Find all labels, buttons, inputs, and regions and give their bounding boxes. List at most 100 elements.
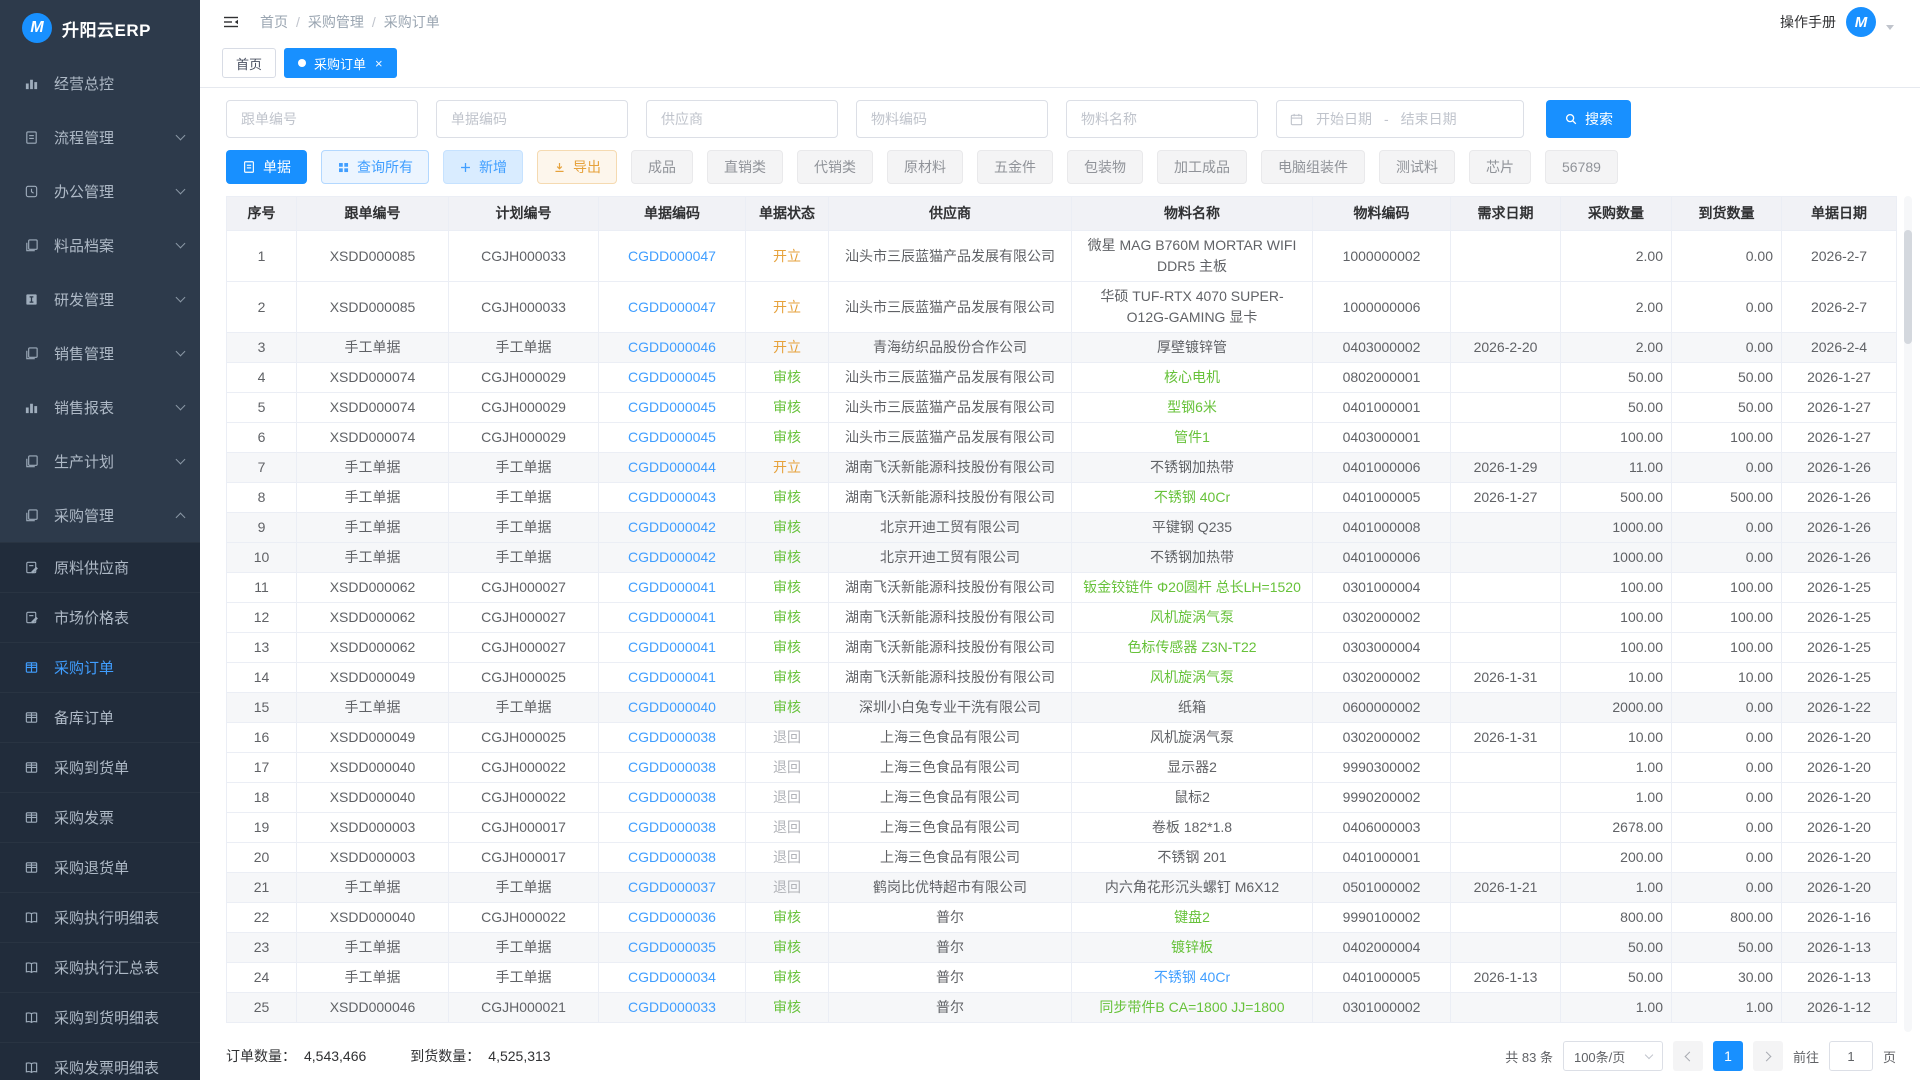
sidebar-item-production-plan[interactable]: 生产计划: [0, 434, 200, 488]
cell-status: 审核: [746, 633, 829, 663]
table-row: 17XSDD000040CGJH000022CGDD000038退回上海三色食品…: [227, 753, 1897, 783]
doc-no-link[interactable]: CGDD000041: [628, 639, 716, 655]
sidebar-item-purchase-return[interactable]: 采购退货单: [0, 842, 200, 892]
doc-no-link[interactable]: CGDD000047: [628, 248, 716, 264]
document-button[interactable]: 单据: [226, 150, 307, 184]
table-row: 15手工单据手工单据CGDD000040审核深圳小白兔专业干洗有限公司纸箱060…: [227, 693, 1897, 723]
sidebar-item-stock-order[interactable]: 备库订单: [0, 692, 200, 742]
category-chip-8[interactable]: 测试料: [1379, 150, 1455, 184]
cell-arrived-qty: 0.00: [1672, 753, 1782, 783]
doc-no-link[interactable]: CGDD000035: [628, 939, 716, 955]
supplier-input[interactable]: [646, 100, 838, 138]
next-page-button[interactable]: [1753, 1041, 1783, 1071]
sidebar-item-rd-mgmt[interactable]: 研发管理: [0, 272, 200, 326]
avatar[interactable]: M: [1846, 7, 1876, 37]
category-chip-7[interactable]: 电脑组装件: [1261, 150, 1365, 184]
material-code-input[interactable]: [856, 100, 1048, 138]
material-name-input[interactable]: [1066, 100, 1258, 138]
breadcrumb-home[interactable]: 首页: [260, 12, 288, 32]
category-chip-5[interactable]: 包装物: [1067, 150, 1143, 184]
doc-no-link[interactable]: CGDD000033: [628, 999, 716, 1015]
cell-purchase-qty: 1000.00: [1561, 543, 1672, 573]
doc-no-link[interactable]: CGDD000045: [628, 399, 716, 415]
doc-no-link[interactable]: CGDD000046: [628, 339, 716, 355]
doc-no-link[interactable]: CGDD000038: [628, 819, 716, 835]
doc-no-link[interactable]: CGDD000041: [628, 669, 716, 685]
sidebar-item-material-archive[interactable]: 料品档案: [0, 218, 200, 272]
sidebar-item-office-mgmt[interactable]: 办公管理: [0, 164, 200, 218]
cell-doc-date: 2026-1-25: [1782, 573, 1897, 603]
cell-row-index: 5: [227, 393, 297, 423]
tab-purchase-order[interactable]: 采购订单 ×: [284, 48, 397, 78]
sidebar-item-purchase-exec-detail[interactable]: 采购执行明细表: [0, 892, 200, 942]
table-row: 11XSDD000062CGJH000027CGDD000041审核湖南飞沃新能…: [227, 573, 1897, 603]
goto-page-input[interactable]: [1829, 1041, 1873, 1071]
cell-row-index: 23: [227, 933, 297, 963]
category-chip-3[interactable]: 原材料: [887, 150, 963, 184]
doc-no-link[interactable]: CGDD000038: [628, 729, 716, 745]
cell-doc-no: CGDD000034: [599, 963, 746, 993]
close-icon[interactable]: ×: [375, 56, 383, 71]
doc-no-link[interactable]: CGDD000043: [628, 489, 716, 505]
sidebar-item-raw-supplier[interactable]: 原料供应商: [0, 542, 200, 592]
category-chip-1[interactable]: 直销类: [707, 150, 783, 184]
sidebar-item-sales-report[interactable]: 销售报表: [0, 380, 200, 434]
category-chip-6[interactable]: 加工成品: [1157, 150, 1247, 184]
follow-no-input[interactable]: [226, 100, 418, 138]
category-chip-2[interactable]: 代销类: [797, 150, 873, 184]
chevron-down-icon[interactable]: [1886, 25, 1894, 30]
chevron-down-icon: [176, 401, 186, 411]
breadcrumb-purchase-mgmt[interactable]: 采购管理: [308, 12, 364, 32]
doc-no-link[interactable]: CGDD000042: [628, 549, 716, 565]
sidebar-item-purchase-invoice-detail[interactable]: 采购发票明细表: [0, 1042, 200, 1080]
cell-doc-no: CGDD000038: [599, 753, 746, 783]
sidebar-item-process-mgmt[interactable]: 流程管理: [0, 110, 200, 164]
export-button[interactable]: 导出: [537, 150, 617, 184]
doc-no-link[interactable]: CGDD000036: [628, 909, 716, 925]
chevron-down-icon: [176, 131, 186, 141]
category-chip-0[interactable]: 成品: [631, 150, 693, 184]
doc-no-link[interactable]: CGDD000041: [628, 579, 716, 595]
sidebar-item-purchase-invoice[interactable]: 采购发票: [0, 792, 200, 842]
cell-doc-date: 2026-1-26: [1782, 483, 1897, 513]
doc-no-link[interactable]: CGDD000038: [628, 849, 716, 865]
category-chip-4[interactable]: 五金件: [977, 150, 1053, 184]
doc-no-link[interactable]: CGDD000038: [628, 789, 716, 805]
sidebar-item-market-price[interactable]: 市场价格表: [0, 592, 200, 642]
doc-no-link[interactable]: CGDD000037: [628, 879, 716, 895]
table-row: 5XSDD000074CGJH000029CGDD000045审核汕头市三辰蓝猫…: [227, 393, 1897, 423]
category-chip-10[interactable]: 56789: [1545, 150, 1618, 184]
doc-no-link[interactable]: CGDD000041: [628, 609, 716, 625]
sidebar-item-sales-mgmt[interactable]: 销售管理: [0, 326, 200, 380]
doc-no-link[interactable]: CGDD000040: [628, 699, 716, 715]
page-1-button[interactable]: 1: [1713, 1041, 1743, 1071]
category-chip-9[interactable]: 芯片: [1469, 150, 1531, 184]
search-button[interactable]: 搜索: [1546, 100, 1631, 138]
tab-home[interactable]: 首页: [222, 48, 276, 78]
sidebar-item-purchase-arrival-detail[interactable]: 采购到货明细表: [0, 992, 200, 1042]
add-button[interactable]: 新增: [443, 150, 523, 184]
cell-plan-no: CGJH000027: [449, 573, 599, 603]
doc-no-link[interactable]: CGDD000042: [628, 519, 716, 535]
sidebar-item-purchase-arrival[interactable]: 采购到货单: [0, 742, 200, 792]
prev-page-button[interactable]: [1673, 1041, 1703, 1071]
sidebar-item-purchase-mgmt[interactable]: 采购管理: [0, 488, 200, 542]
sidebar-item-purchase-order[interactable]: 采购订单: [0, 642, 200, 692]
doc-no-link[interactable]: CGDD000034: [628, 969, 716, 985]
doc-no-link[interactable]: CGDD000044: [628, 459, 716, 475]
query-all-button[interactable]: 查询所有: [321, 150, 429, 184]
calendar-icon: [1289, 112, 1304, 127]
sidebar-collapse-icon[interactable]: [222, 14, 242, 30]
doc-no-link[interactable]: CGDD000047: [628, 299, 716, 315]
doc-no-link[interactable]: CGDD000038: [628, 759, 716, 775]
date-range-picker[interactable]: 开始日期 - 结束日期: [1276, 100, 1524, 138]
doc-no-link[interactable]: CGDD000045: [628, 369, 716, 385]
doc-no-link[interactable]: CGDD000045: [628, 429, 716, 445]
sidebar-item-business-overview[interactable]: 经营总控: [0, 56, 200, 110]
sidebar-item-purchase-exec-summary[interactable]: 采购执行汇总表: [0, 942, 200, 992]
cell-status: 审核: [746, 363, 829, 393]
doc-code-input[interactable]: [436, 100, 628, 138]
manual-link[interactable]: 操作手册: [1780, 12, 1836, 32]
page-size-select[interactable]: 100条/页: [1563, 1041, 1663, 1071]
vertical-scrollbar-thumb[interactable]: [1904, 230, 1912, 344]
